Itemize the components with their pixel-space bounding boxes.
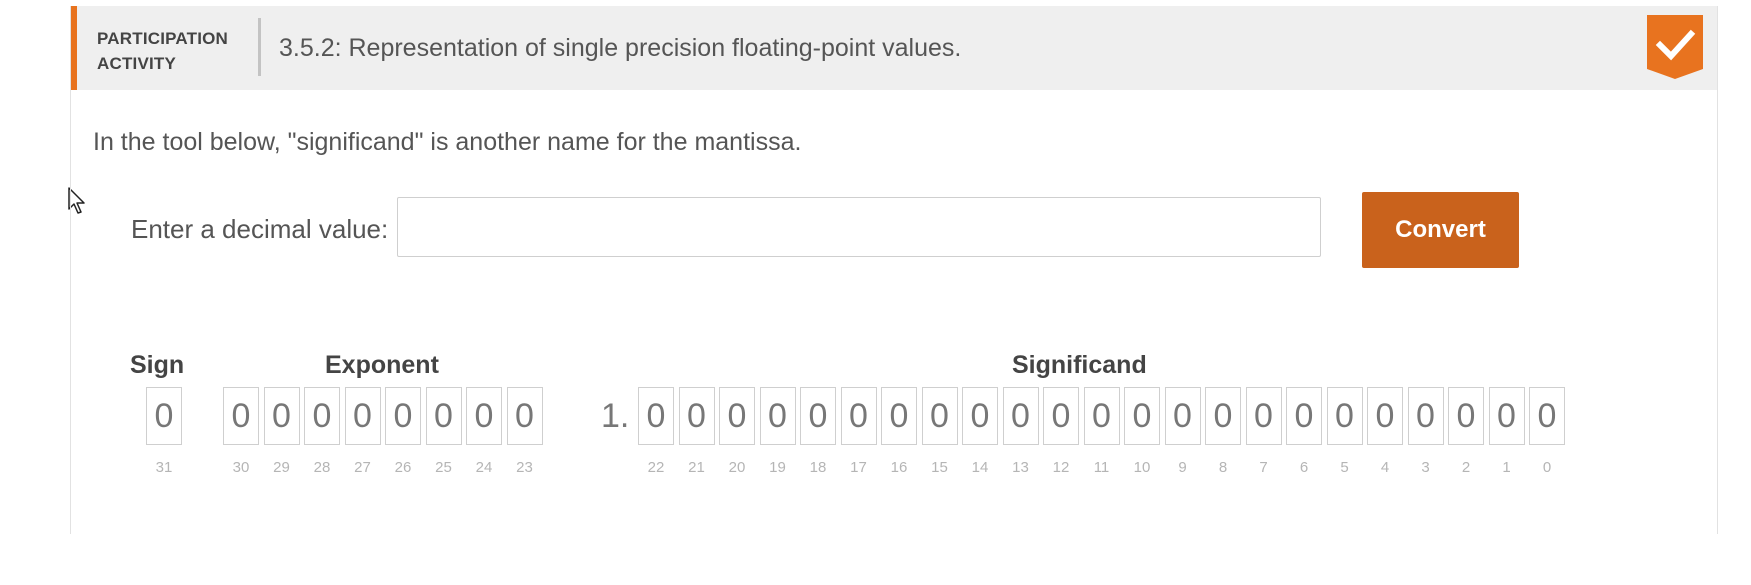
significand-bit-21[interactable]: 0 xyxy=(678,387,715,445)
bit-index-label: 17 xyxy=(850,459,867,476)
bit-index-label: 10 xyxy=(1133,459,1151,476)
bit-index-label: 14 xyxy=(971,459,989,476)
badge-shape xyxy=(1647,15,1703,79)
significand-bit-15[interactable]: 0 xyxy=(921,387,958,445)
significand-bit-0[interactable]: 0 xyxy=(1529,387,1565,445)
bit-index-label: 1 xyxy=(1502,459,1511,476)
sign-bit-31[interactable]: 0 xyxy=(146,387,182,445)
significand-bit-4[interactable]: 0 xyxy=(1367,387,1403,445)
significand-bit-11[interactable]: 0 xyxy=(1083,387,1120,445)
activity-type-label: PARTICIPATION ACTIVITY xyxy=(97,29,229,73)
bit-index-label: 28 xyxy=(313,459,331,476)
bit-index-label: 24 xyxy=(475,459,493,476)
bit-index-label: 20 xyxy=(728,459,746,476)
bit-index-label: 7 xyxy=(1259,459,1268,476)
bit-index-label: 3 xyxy=(1421,459,1430,476)
activity-title: 3.5.2: Representation of single precisio… xyxy=(279,34,962,62)
bit-index-label: 23 xyxy=(516,459,533,476)
bit-index-label: 16 xyxy=(890,459,908,476)
significand-bit-9[interactable]: 0 xyxy=(1164,387,1201,445)
significand-bit-19[interactable]: 0 xyxy=(759,387,796,445)
decimal-value-input[interactable] xyxy=(397,197,1321,257)
significand-bit-10[interactable]: 0 xyxy=(1124,387,1160,445)
exponent-bit-28[interactable]: 0 xyxy=(304,387,340,445)
significand-label: Significand xyxy=(1012,351,1147,379)
bit-index-label: 18 xyxy=(809,459,827,476)
header-divider xyxy=(258,18,261,76)
bit-index-label: 30 xyxy=(232,459,250,476)
bit-index-label: 2 xyxy=(1461,459,1471,476)
participation-activity-card: PARTICIPATION ACTIVITY 3.5.2: Representa… xyxy=(70,6,1718,534)
bit-index-label: 11 xyxy=(1093,459,1110,476)
bit-index-label: 6 xyxy=(1299,459,1309,476)
exponent-bit-23[interactable]: 0 xyxy=(506,387,543,445)
sign-label: Sign xyxy=(130,351,185,379)
exponent-bit-24[interactable]: 0 xyxy=(466,387,502,445)
bit-index-label: 0 xyxy=(1542,459,1552,476)
bit-index-label: 22 xyxy=(647,459,665,476)
bit-index-label: 9 xyxy=(1178,459,1187,476)
exponent-label: Exponent xyxy=(325,351,439,379)
implicit-leading-one: 1. xyxy=(601,397,630,435)
bit-index-label: 21 xyxy=(688,459,705,476)
significand-bit-17[interactable]: 0 xyxy=(840,387,877,445)
significand-bit-5[interactable]: 0 xyxy=(1326,387,1363,445)
exponent-bit-25[interactable]: 0 xyxy=(425,387,462,445)
significand-bit-14[interactable]: 0 xyxy=(962,387,998,445)
significand-bit-6[interactable]: 0 xyxy=(1286,387,1322,445)
bit-index-label: 15 xyxy=(931,459,948,476)
significand-bit-20[interactable]: 0 xyxy=(719,387,755,445)
bit-index-label: 5 xyxy=(1340,459,1349,476)
bit-index-label: 31 xyxy=(155,459,173,476)
significand-bit-8[interactable]: 0 xyxy=(1205,387,1241,445)
activity-header: PARTICIPATION ACTIVITY 3.5.2: Representa… xyxy=(71,6,1717,90)
exponent-bit-30[interactable]: 0 xyxy=(223,387,259,445)
bit-index-label: 8 xyxy=(1218,459,1228,476)
bit-index-label: 25 xyxy=(435,459,452,476)
significand-bit-22[interactable]: 0 xyxy=(638,387,674,445)
bit-index-label: 26 xyxy=(394,459,412,476)
bit-index-label: 27 xyxy=(354,459,371,476)
bit-index-label: 12 xyxy=(1052,459,1070,476)
significand-bit-2[interactable]: 0 xyxy=(1448,387,1484,445)
significand-bit-18[interactable]: 0 xyxy=(800,387,836,445)
significand-bit-12[interactable]: 0 xyxy=(1043,387,1079,445)
significand-bit-1[interactable]: 0 xyxy=(1488,387,1525,445)
exponent-bit-27[interactable]: 0 xyxy=(344,387,381,445)
significand-bit-13[interactable]: 0 xyxy=(1002,387,1039,445)
bit-index-label: 29 xyxy=(273,459,290,476)
significand-bit-16[interactable]: 0 xyxy=(881,387,917,445)
significand-bit-7[interactable]: 0 xyxy=(1245,387,1282,445)
exponent-bit-26[interactable]: 0 xyxy=(385,387,421,445)
bit-index-label: 13 xyxy=(1012,459,1029,476)
exponent-bit-29[interactable]: 0 xyxy=(263,387,300,445)
bit-index-label: 19 xyxy=(769,459,786,476)
decimal-input-label: Enter a decimal value: xyxy=(131,214,389,244)
significand-bit-3[interactable]: 0 xyxy=(1407,387,1444,445)
bit-index-label: 4 xyxy=(1380,459,1390,476)
convert-button[interactable]: Convert xyxy=(1362,192,1519,268)
intro-text: In the tool below, "significand" is anot… xyxy=(93,128,802,156)
completion-badge xyxy=(1647,15,1703,79)
